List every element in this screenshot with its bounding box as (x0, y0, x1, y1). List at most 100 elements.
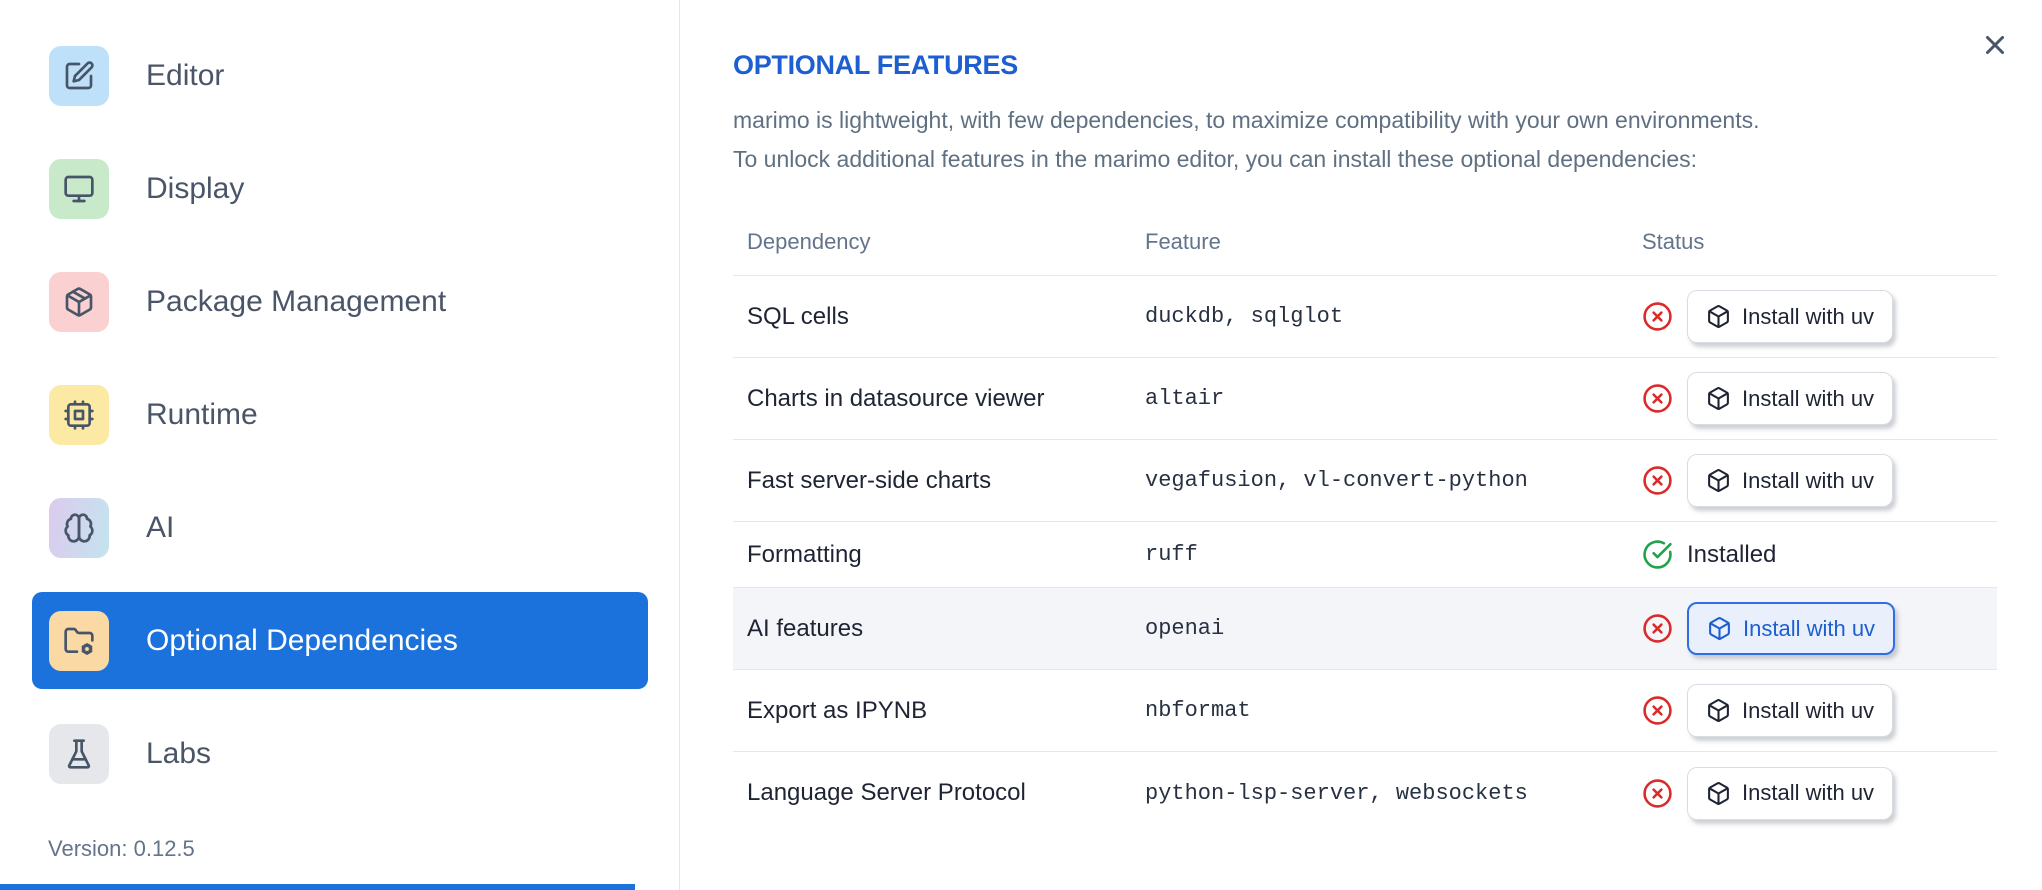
dependency-cell: Language Server Protocol (747, 779, 1026, 806)
square-pen-icon (65, 60, 94, 89)
box-icon (1708, 387, 1729, 410)
install-with-uv-button[interactable]: Install with uv (1687, 602, 1896, 655)
install-button-label: Install with uv (1742, 780, 1875, 805)
sidebar-item-label: Editor (146, 58, 225, 92)
install-with-uv-button[interactable]: Install with uv (1687, 290, 1894, 343)
circle-x-icon (1643, 302, 1672, 331)
dependency-cell: SQL cells (747, 302, 849, 330)
page-title: OPTIONAL FEATURES (733, 50, 1018, 80)
folder-cog-icon-box (49, 610, 109, 671)
package-icon (65, 286, 93, 317)
sidebar-item-label: Labs (146, 736, 212, 770)
table-row-fast-server-side-charts: Fast server-side charts vegafusion, vl-co… (733, 440, 1997, 522)
dependency-cell: AI features (747, 614, 864, 642)
flask-icon-box (49, 723, 109, 784)
sidebar-bottom-accent (0, 884, 635, 890)
sidebar-item-label: Display (146, 171, 245, 205)
monitor-icon-box (49, 158, 109, 219)
circle-x-icon (1643, 778, 1672, 808)
feature-cell: nbformat (1145, 698, 1251, 723)
column-header-feature: Feature (1145, 229, 1221, 254)
sidebar: Editor Display Package Management Runtime AI… (0, 0, 680, 890)
column-header-status: Status (1642, 229, 1705, 254)
sidebar-item-label: Optional Dependencies (146, 623, 458, 657)
circle-x-icon (1643, 614, 1672, 643)
feature-cell: python-lsp-server, websockets (1145, 780, 1528, 806)
table-header-row: Dependency Feature Status (733, 209, 1997, 276)
install-button-label: Install with uv (1743, 615, 1876, 641)
install-button-label: Install with uv (1742, 467, 1875, 493)
square-pen-icon-box (49, 45, 109, 106)
install-with-uv-button[interactable]: Install with uv (1687, 766, 1894, 820)
sidebar-item-labs[interactable]: Labs (32, 705, 648, 802)
close-button[interactable] (1980, 30, 2010, 60)
circle-x-icon (1643, 466, 1672, 495)
sidebar-item-package-management[interactable]: Package Management (32, 253, 648, 350)
feature-cell: openai (1145, 616, 1225, 641)
monitor-icon (64, 175, 94, 202)
circle-x-icon (1643, 696, 1672, 725)
table-row-charts-in-datasource-viewer: Charts in datasource viewer altair Install… (733, 358, 1997, 440)
description-line: marimo is lightweight, with few dependen… (733, 107, 1760, 133)
install-button-label: Install with uv (1742, 697, 1875, 723)
sidebar-item-optional-dependencies[interactable]: Optional Dependencies (32, 592, 648, 689)
box-icon (1708, 781, 1729, 805)
dependency-table: Dependency Feature Status SQL cells duckdb,… (733, 209, 1997, 834)
install-button-label: Install with uv (1742, 385, 1875, 411)
box-icon (1708, 305, 1729, 328)
cpu-icon (64, 399, 94, 430)
status-cell: Install with uv (1642, 684, 1997, 737)
install-with-uv-button[interactable]: Install with uv (1687, 684, 1894, 737)
install-button-label: Install with uv (1742, 303, 1875, 329)
table-body: SQL cells duckdb, sqlglot Install with uv C… (733, 276, 1997, 834)
dependency-cell: Export as IPYNB (747, 696, 928, 724)
cpu-icon-box (49, 384, 109, 445)
sidebar-item-display[interactable]: Display (32, 140, 648, 237)
install-with-uv-button[interactable]: Install with uv (1687, 454, 1894, 507)
status-cell: Install with uv (1642, 602, 1997, 655)
table-row-ai-features: AI features openai Install with uv (733, 588, 1997, 670)
feature-cell: duckdb, sqlglot (1145, 304, 1344, 329)
package-icon-box (49, 271, 109, 332)
table-row-export-as-ipynb: Export as IPYNB nbformat Install with uv (733, 670, 1997, 752)
circle-x-icon (1643, 384, 1672, 413)
feature-cell: vegafusion, vl-convert-python (1145, 468, 1528, 493)
circle-check-icon (1643, 540, 1672, 569)
sidebar-item-editor[interactable]: Editor (32, 27, 648, 124)
settings-nav: Editor Display Package Management Runtime AI… (0, 27, 679, 802)
flask-icon (67, 738, 91, 769)
column-header-dependency: Dependency (747, 229, 871, 254)
sidebar-item-label: Package Management (146, 284, 447, 318)
box-icon (1708, 469, 1729, 492)
sidebar-item-label: AI (146, 510, 175, 544)
box-icon (1708, 699, 1729, 722)
table-row-sql-cells: SQL cells duckdb, sqlglot Install with uv (733, 276, 1997, 358)
sidebar-item-runtime[interactable]: Runtime (32, 366, 648, 463)
version-label: Version: 0.12.5 (48, 836, 195, 861)
folder-cog-icon (64, 627, 94, 655)
install-with-uv-button[interactable]: Install with uv (1687, 372, 1894, 425)
close-icon (1986, 36, 2004, 54)
settings-dialog: Editor Display Package Management Runtime AI… (0, 0, 2042, 890)
optional-features-panel: OPTIONAL FEATURES marimo is lightweight,… (680, 0, 2042, 890)
status-cell: Install with uv (1642, 290, 1997, 343)
dependency-cell: Charts in datasource viewer (747, 384, 1045, 412)
feature-cell: ruff (1145, 542, 1198, 567)
status-cell: Install with uv (1642, 372, 1997, 425)
dependency-cell: Formatting (747, 540, 862, 568)
box-icon (1709, 617, 1730, 640)
brain-icon (64, 512, 94, 543)
description-line: To unlock additional features in the mar… (733, 146, 1698, 172)
brain-icon-box (49, 497, 109, 558)
table-row-language-server-protocol: Language Server Protocol python-lsp-serve… (733, 752, 1997, 834)
feature-cell: altair (1145, 386, 1225, 411)
sidebar-item-ai[interactable]: AI (32, 479, 648, 576)
installed-label: Installed (1687, 540, 1777, 568)
sidebar-item-label: Runtime (146, 397, 258, 431)
dependency-cell: Fast server-side charts (747, 466, 992, 494)
status-cell: Installed (1642, 539, 1997, 570)
table-row-formatting: Formatting ruff Installed (733, 522, 1997, 588)
status-cell: Install with uv (1642, 766, 1997, 820)
description: marimo is lightweight, with few dependen… (733, 101, 1997, 179)
status-cell: Install with uv (1642, 454, 1997, 507)
